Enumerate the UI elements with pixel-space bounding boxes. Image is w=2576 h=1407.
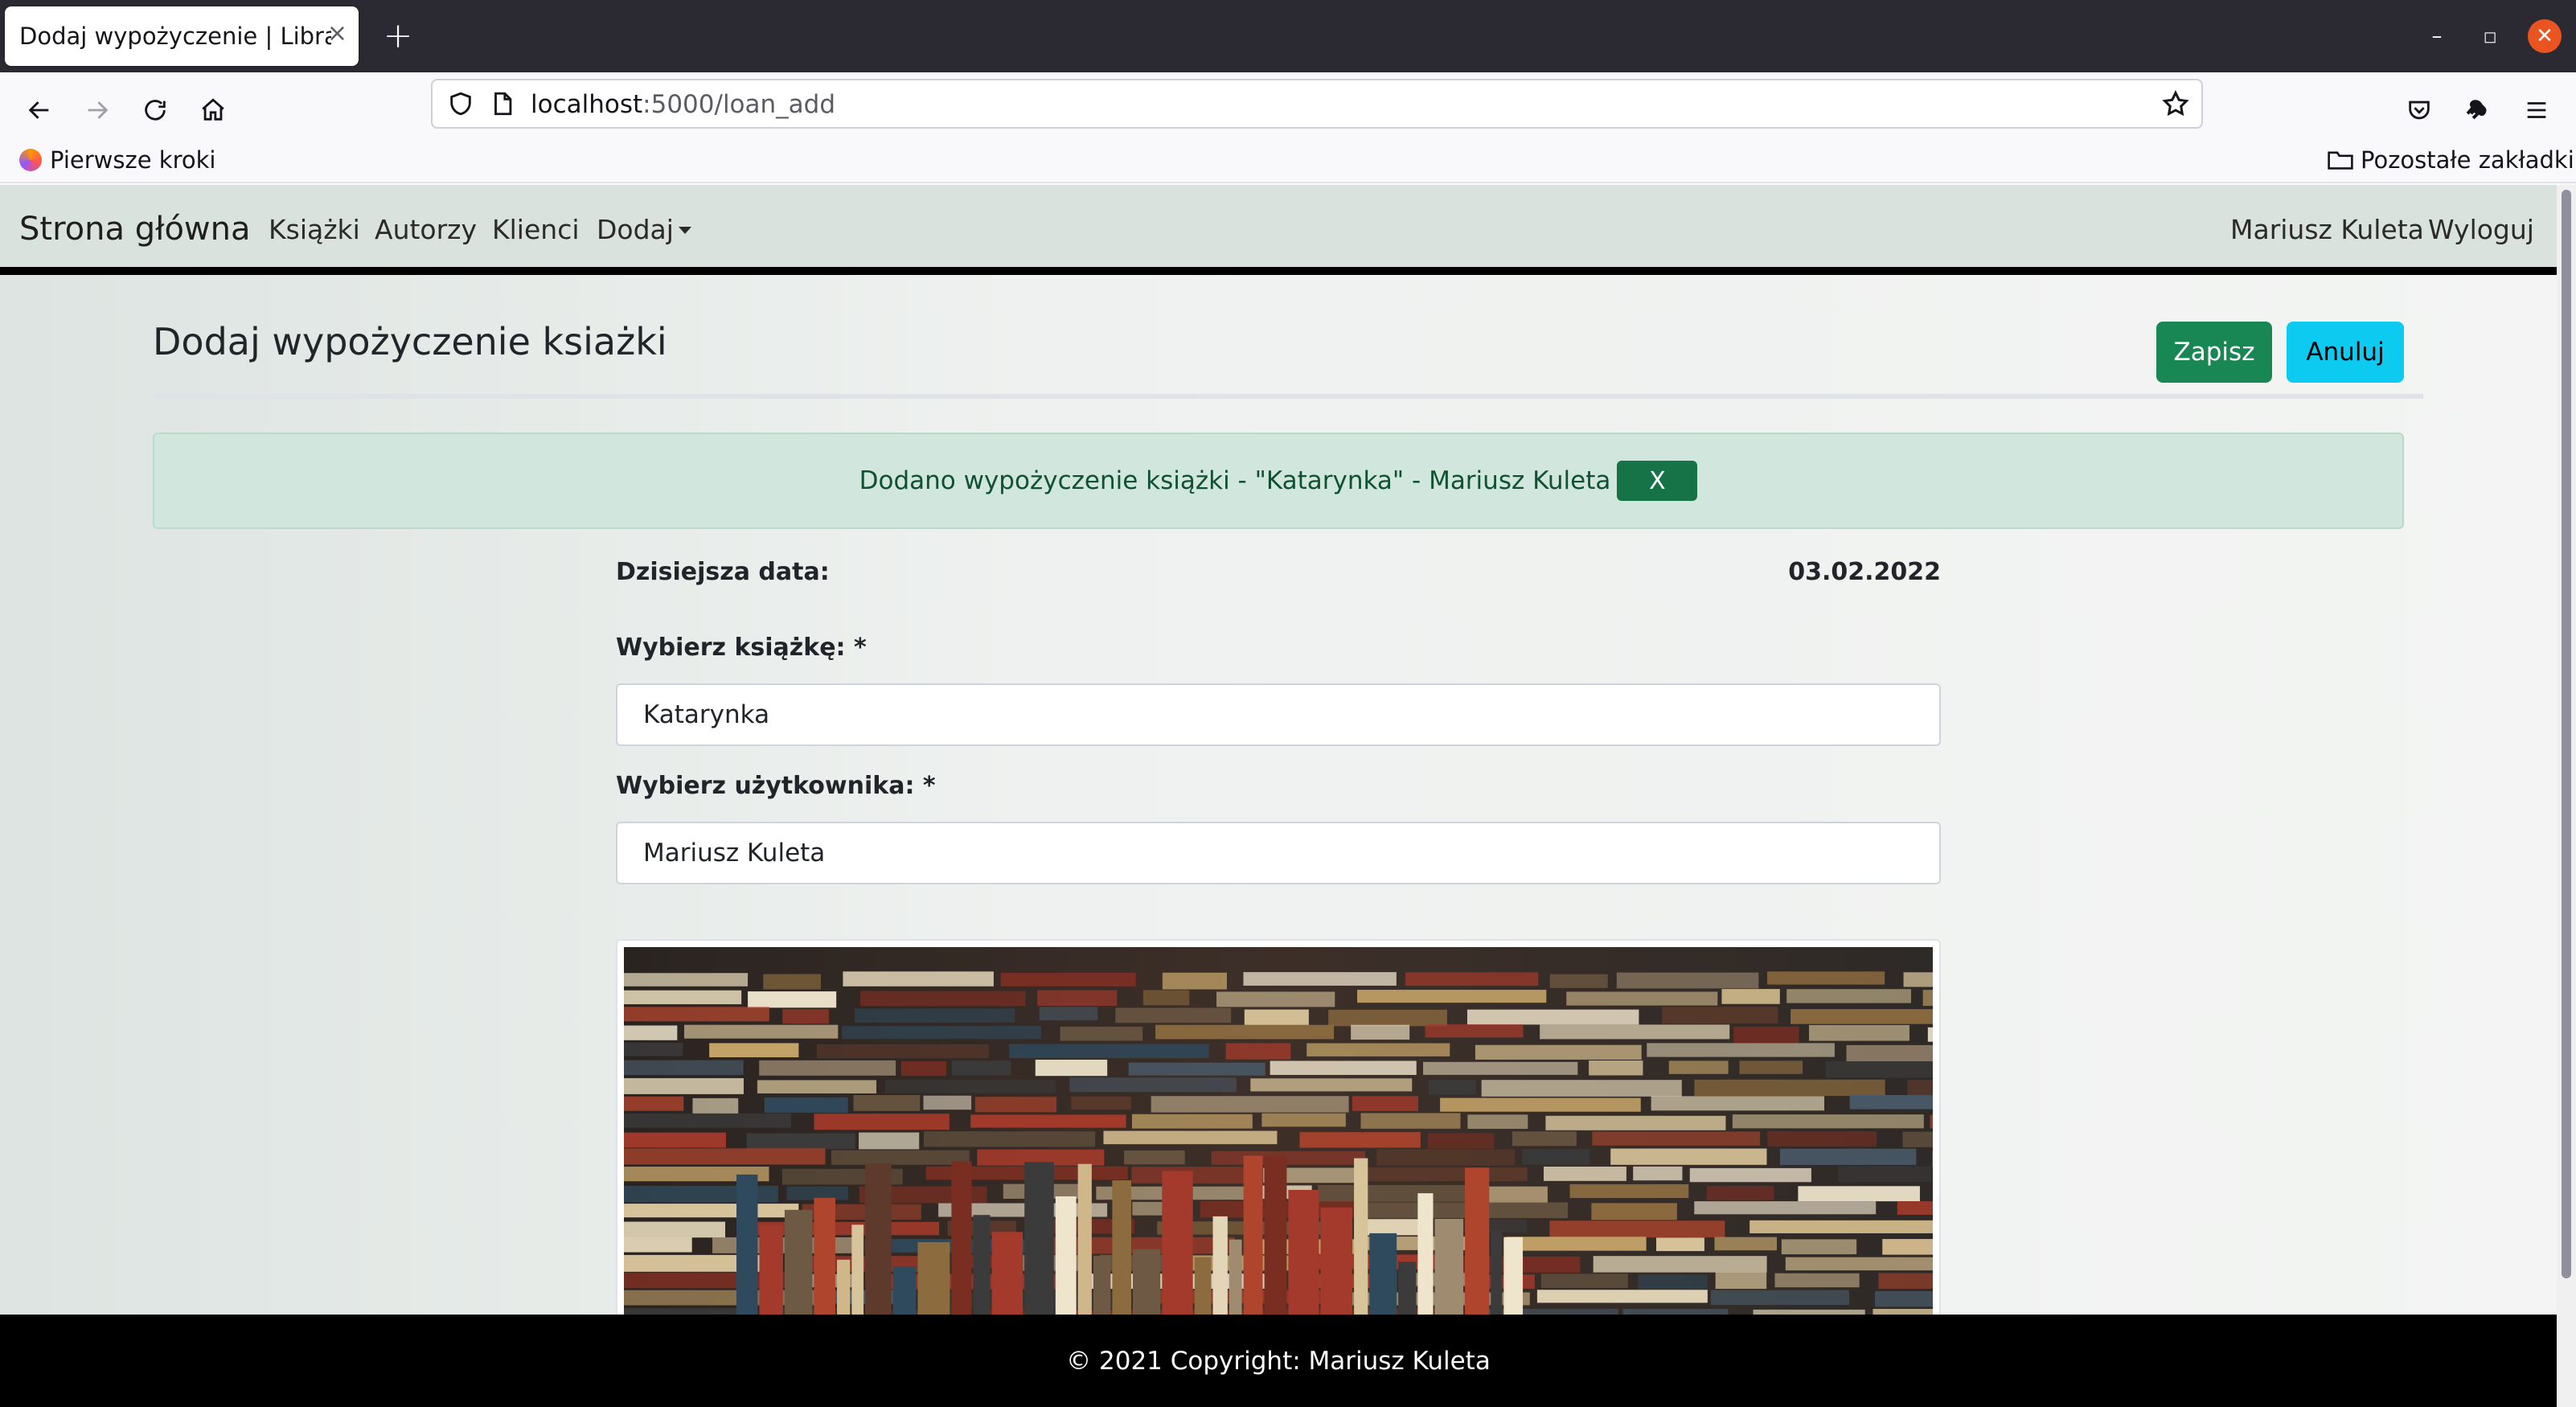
nav-user-link[interactable]: Mariusz Kuleta [2230,214,2424,245]
scrollbar-thumb[interactable] [2562,190,2571,1278]
page-viewport: Strona główna Książki Autorzy Klienci Do… [0,185,2557,1407]
url-host: localhost [531,90,643,119]
book-select-value: Katarynka [643,700,770,729]
tab-bar: Dodaj wypożyczenie | Library × + – ◻ ✕ [0,0,2576,72]
alert-message: Dodano wypożyczenie książki - "Katarynka… [859,466,1611,495]
tab-active[interactable]: Dodaj wypożyczenie | Library × [5,6,359,66]
pocket-icon[interactable] [2399,90,2439,130]
user-select-label: Wybierz użytkownika: * [616,772,936,800]
url-text[interactable]: localhost:5000/loan_add [531,90,835,119]
cancel-button[interactable]: Anuluj [2287,322,2404,383]
reload-icon[interactable] [135,90,175,130]
home-icon[interactable] [193,90,233,130]
bookmark-other-folder[interactable]: Pozostałe zakładki [2327,146,2574,174]
book-select[interactable]: Katarynka [616,683,1941,746]
extension-icon[interactable] [2455,90,2496,130]
folder-icon [2328,151,2353,170]
nav-logout-link[interactable]: Wyloguj [2428,214,2534,245]
nav-link-books[interactable]: Książki [269,214,360,245]
minimize-button[interactable]: – [2420,19,2454,53]
bookmark-first-steps[interactable]: Pierwsze kroki [19,146,215,174]
firefox-icon [19,149,42,171]
brand-link[interactable]: Strona główna [19,211,251,248]
shield-icon[interactable] [447,90,474,117]
book-select-label: Wybierz książkę: * [616,634,867,662]
menu-icon[interactable] [2517,90,2557,130]
tab-close-icon[interactable]: × [327,19,347,47]
nav-link-clients[interactable]: Klienci [492,214,580,245]
user-select[interactable]: Mariusz Kuleta [616,822,1941,884]
nav-dropdown-add[interactable]: Dodaj [597,214,691,245]
url-bar[interactable]: localhost:5000/loan_add [431,79,2203,129]
save-button[interactable]: Zapisz [2156,322,2272,383]
site-navbar: Strona główna Książki Autorzy Klienci Do… [0,185,2557,275]
back-arrow-icon[interactable] [19,90,59,130]
page-title: Dodaj wypożyczenie ksiażki [153,320,667,363]
footer: © 2021 Copyright: Mariusz Kuleta [0,1315,2557,1407]
divider [153,394,2423,399]
tab-title: Dodaj wypożyczenie | Library [19,23,331,50]
forward-arrow-icon[interactable] [77,90,117,130]
success-alert: Dodano wypożyczenie książki - "Katarynka… [153,433,2404,529]
new-tab-button[interactable]: + [378,16,418,56]
nav-link-authors[interactable]: Autorzy [375,214,477,245]
bookmark-label: Pozostałe zakładki [2361,146,2574,174]
url-path: :5000/loan_add [642,90,836,119]
bookmarks-bar: Pierwsze kroki Pozostałe zakładki [0,142,2576,183]
maximize-button[interactable]: ◻ [2473,19,2507,53]
date-value: 03.02.2022 [1788,558,1941,586]
caret-down-icon [678,227,691,234]
bookmark-label: Pierwsze kroki [50,146,216,174]
user-select-value: Mariusz Kuleta [643,839,826,868]
scrollbar[interactable] [2557,185,2576,1407]
alert-close-button[interactable]: X [1617,461,1698,501]
nav-dropdown-label: Dodaj [597,214,674,245]
date-label: Dzisiejsza data: [616,558,830,586]
footer-copyright: © 2021 Copyright: Mariusz Kuleta [1066,1346,1491,1376]
page-icon[interactable] [489,90,516,117]
close-window-button[interactable]: ✕ [2528,19,2562,53]
bookmark-star-icon[interactable] [2161,89,2190,118]
